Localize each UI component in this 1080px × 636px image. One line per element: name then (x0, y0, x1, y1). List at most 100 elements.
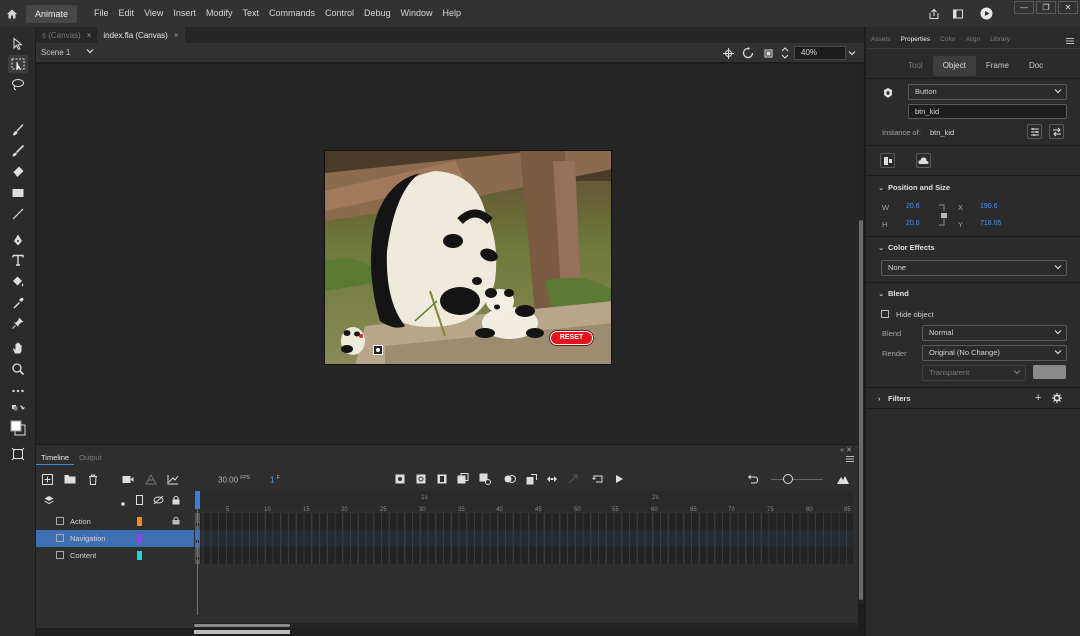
stage-vertical-scrollbar[interactable] (858, 64, 864, 604)
workspace-icon[interactable] (950, 6, 966, 22)
width-value[interactable]: 20.6 (906, 203, 920, 210)
lasso-tool-icon[interactable] (8, 76, 28, 94)
tab-align[interactable]: Align (961, 36, 985, 48)
camera-fit-icon[interactable] (8, 445, 28, 463)
panel-menu-icon[interactable] (846, 455, 854, 464)
close-window-icon[interactable]: ✕ (1058, 1, 1078, 14)
eyedropper-icon[interactable] (8, 294, 28, 312)
menu-file[interactable]: File (89, 0, 114, 27)
more-tools-icon[interactable] (8, 382, 28, 400)
sync-icon[interactable] (545, 472, 559, 486)
loop-disabled-icon[interactable] (566, 472, 580, 486)
close-tab-icon[interactable]: × (87, 31, 92, 40)
convert-icon[interactable] (524, 472, 538, 486)
paint-brush-icon[interactable] (8, 121, 28, 139)
onion-skin-icon[interactable] (456, 472, 470, 486)
frame-row-action[interactable] (195, 513, 853, 530)
add-filter-icon[interactable]: + (1035, 392, 1041, 404)
panel-menu-icon[interactable] (1066, 37, 1074, 46)
undo-icon[interactable] (745, 472, 759, 486)
menu-help[interactable]: Help (438, 0, 467, 27)
center-stage-icon[interactable] (720, 45, 736, 61)
section-position-size[interactable]: ⌄ Position and Size (878, 183, 950, 192)
doc-tab[interactable]: s (Canvas) × (36, 27, 97, 43)
play-icon[interactable] (612, 472, 626, 486)
cloud-library-icon[interactable] (916, 153, 931, 168)
section-color-effects[interactable]: ⌄ Color Effects (878, 243, 935, 252)
tab-color[interactable]: Color (935, 36, 961, 48)
outline-toggle-icon[interactable] (136, 495, 143, 507)
x-value[interactable]: 190.6 (980, 203, 998, 210)
filter-settings-icon[interactable] (1052, 393, 1062, 405)
loop-icon[interactable] (591, 472, 605, 486)
height-value[interactable]: 20.6 (906, 220, 920, 227)
menu-commands[interactable]: Commands (264, 0, 320, 27)
menu-modify[interactable]: Modify (201, 0, 238, 27)
hand-tool-icon[interactable] (8, 339, 28, 357)
insert-frame-icon[interactable] (435, 472, 449, 486)
visibility-toggle-icon[interactable] (153, 495, 164, 507)
panel-collapse-icon[interactable]: « ✕ (840, 446, 852, 454)
layer-row-navigation[interactable]: Navigation (36, 530, 194, 547)
chevron-down-icon[interactable] (86, 47, 94, 57)
layer-color-swatch[interactable] (137, 517, 142, 526)
home-icon[interactable] (0, 0, 24, 27)
color-effect-dropdown[interactable]: None (881, 260, 1067, 276)
close-tab-icon[interactable]: × (174, 31, 179, 40)
menu-text[interactable]: Text (237, 0, 264, 27)
tab-properties[interactable]: Properties (896, 36, 936, 48)
timeline-zoom-knob[interactable] (783, 474, 793, 484)
zoom-dropdown-icon[interactable] (846, 46, 858, 60)
zoom-tool-icon[interactable] (8, 360, 28, 378)
section-blend[interactable]: ⌄ Blend (878, 289, 909, 298)
layer-row-content[interactable]: Content (36, 547, 194, 564)
frame-ruler[interactable]: 1s 2s 5 10 15 20 25 30 35 40 45 50 55 60… (195, 491, 853, 513)
selection-tool-icon[interactable] (8, 35, 28, 53)
layer-row-action[interactable]: Action (36, 513, 194, 530)
layer-color-swatch[interactable] (137, 551, 142, 560)
test-movie-icon[interactable] (978, 6, 994, 22)
lock-icon[interactable] (172, 516, 180, 527)
menu-debug[interactable]: Debug (359, 0, 396, 27)
align-to-object-icon[interactable] (880, 153, 895, 168)
delete-layer-icon[interactable] (86, 472, 100, 486)
pen-tool-icon[interactable] (8, 231, 28, 249)
blend-mode-dropdown[interactable]: Normal (922, 325, 1067, 341)
tab-library[interactable]: Library (985, 36, 1015, 48)
render-dropdown[interactable]: Original (No Change) (922, 345, 1067, 361)
eraser-icon[interactable] (8, 163, 28, 181)
motion-path-icon[interactable] (166, 472, 180, 486)
timeline-zoom-slider[interactable] (771, 479, 823, 480)
current-frame[interactable]: 1 F (270, 475, 280, 485)
highlight-layers-icon[interactable] (121, 499, 125, 508)
tween-icon[interactable] (503, 472, 517, 486)
instance-name-input[interactable]: btn_kid (908, 104, 1067, 119)
classic-brush-icon[interactable] (8, 142, 28, 160)
zoom-stepper-icon[interactable] (780, 45, 790, 61)
layer-depth-icon[interactable] (144, 472, 158, 486)
selected-button-handle[interactable] (373, 345, 383, 355)
pin-tool-icon[interactable] (8, 314, 28, 332)
clip-content-icon[interactable] (760, 45, 776, 61)
text-tool-icon[interactable] (8, 251, 28, 269)
line-tool-icon[interactable] (8, 205, 28, 223)
frame-row-content[interactable] (195, 547, 853, 564)
y-value[interactable]: 718.05 (980, 220, 1001, 227)
new-layer-icon[interactable] (40, 472, 54, 486)
menu-insert[interactable]: Insert (168, 0, 201, 27)
insert-keyframe-icon[interactable] (393, 472, 407, 486)
paint-bucket-icon[interactable] (8, 273, 28, 291)
edit-multiple-frames-icon[interactable] (478, 472, 492, 486)
scene-name[interactable]: Scene 1 (41, 48, 70, 57)
tab-timeline[interactable]: Timeline (36, 451, 75, 465)
menu-window[interactable]: Window (396, 0, 438, 27)
segment-object[interactable]: Object (932, 56, 976, 76)
menu-view[interactable]: View (139, 0, 168, 27)
fill-stroke-color-icon[interactable] (8, 417, 28, 439)
insert-blank-keyframe-icon[interactable] (414, 472, 428, 486)
bottom-scrollbar[interactable] (36, 628, 864, 636)
share-icon[interactable] (926, 6, 942, 22)
layer-color-swatch[interactable] (137, 534, 142, 543)
restore-icon[interactable]: ❐ (1036, 1, 1056, 14)
segment-doc[interactable]: Doc (1019, 56, 1053, 76)
